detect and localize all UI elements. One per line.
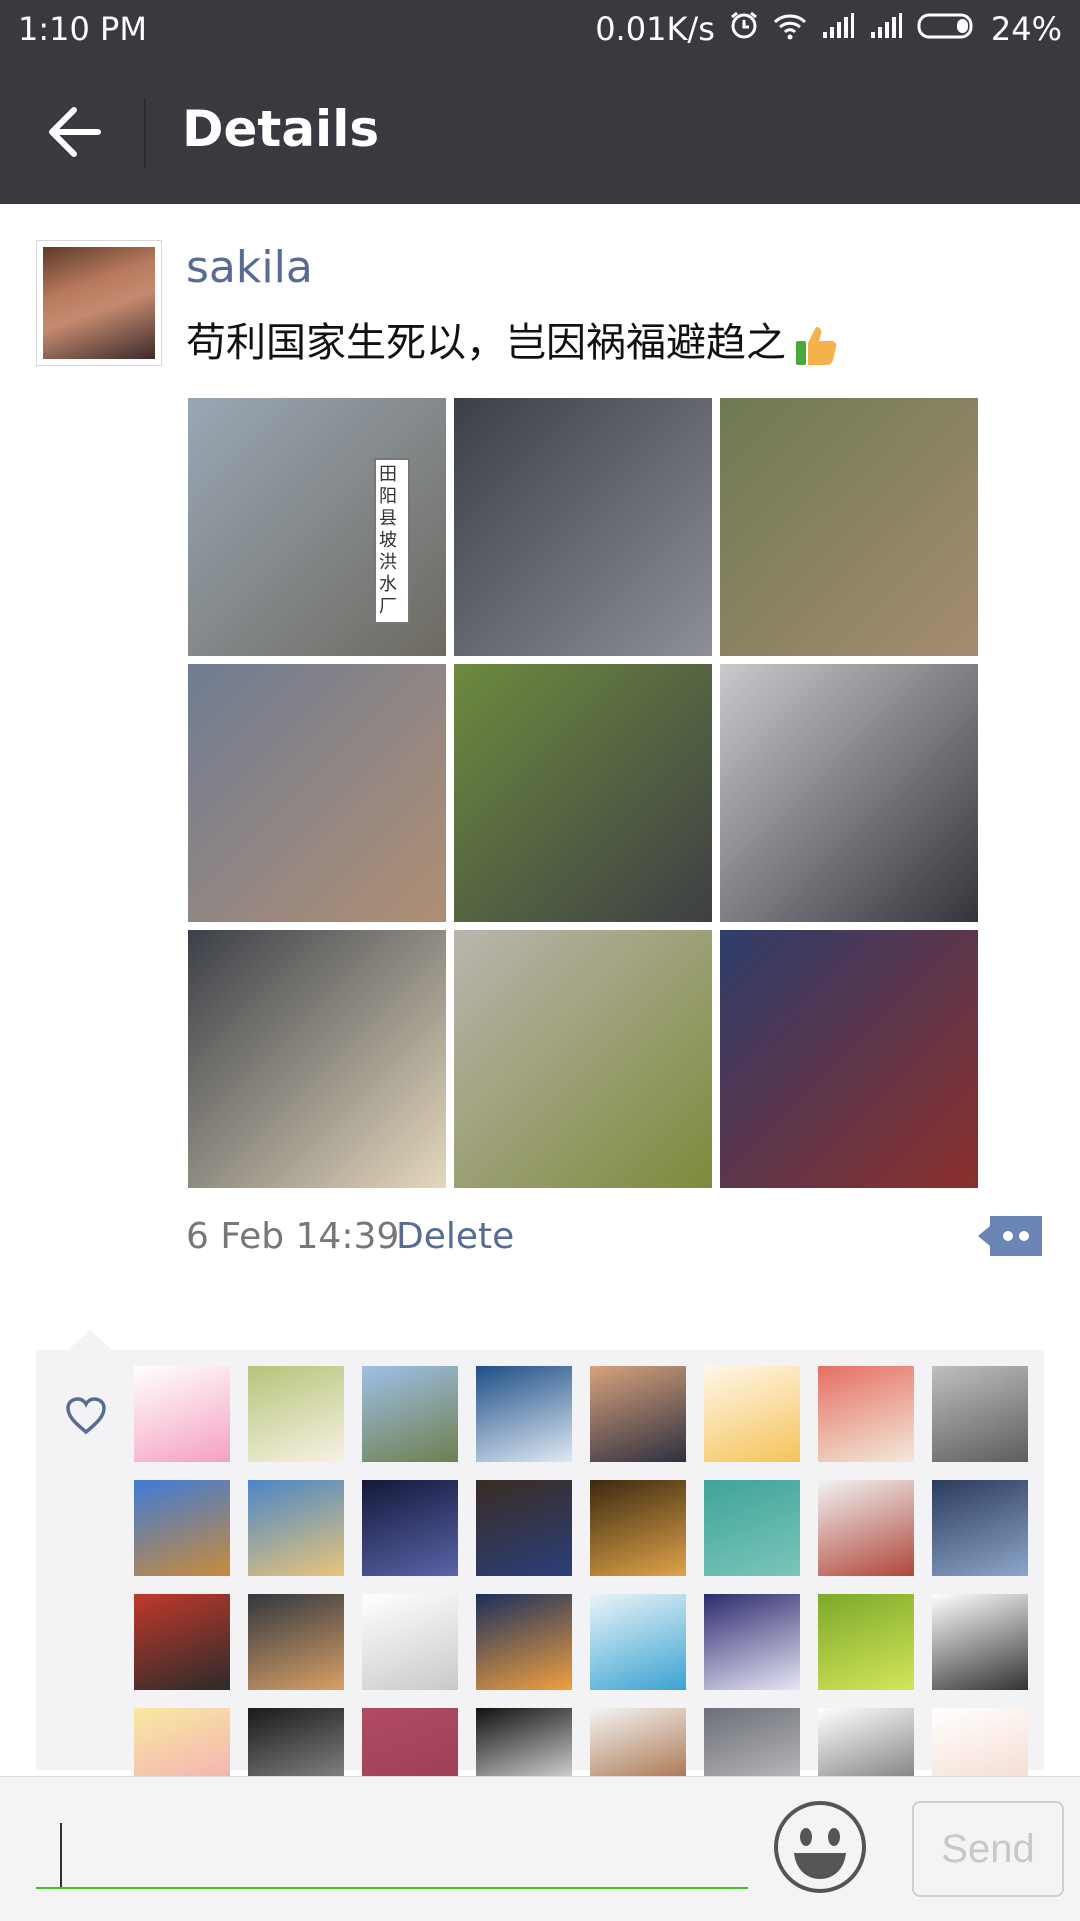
liker-avatar[interactable] <box>932 1366 1028 1462</box>
post-photo[interactable] <box>720 930 978 1188</box>
app-bar: Details <box>0 60 1080 204</box>
avatar[interactable] <box>36 240 162 366</box>
liker-avatar[interactable] <box>932 1480 1028 1576</box>
post-text: 苟利国家生死以，岂因祸福避趋之 <box>186 310 840 369</box>
liker-avatar[interactable] <box>134 1480 230 1576</box>
post-username[interactable]: sakila <box>186 242 313 293</box>
post-photo[interactable] <box>454 930 712 1188</box>
liker-avatar[interactable] <box>932 1594 1028 1690</box>
net-speed: 0.01K/s <box>595 10 715 48</box>
liker-avatar[interactable] <box>248 1594 344 1690</box>
comment-input[interactable] <box>36 1817 748 1889</box>
post-photo[interactable]: 田阳县坡洪水厂 <box>188 398 446 656</box>
heart-icon <box>64 1396 108 1436</box>
alarm-icon <box>729 10 759 48</box>
liker-avatar[interactable] <box>476 1480 572 1576</box>
liker-avatar[interactable] <box>248 1480 344 1576</box>
text-caret <box>60 1823 62 1887</box>
post-photo[interactable] <box>720 664 978 922</box>
battery-percent: 24% <box>990 10 1062 48</box>
liker-avatar[interactable] <box>704 1366 800 1462</box>
post-text-content: 苟利国家生死以，岂因祸福避趋之 <box>186 320 786 366</box>
liker-avatar[interactable] <box>248 1366 344 1462</box>
delete-link[interactable]: Delete <box>396 1216 514 1257</box>
likes-panel <box>36 1350 1044 1804</box>
status-bar: 1:10 PM 0.01K/s 24% <box>0 0 1080 60</box>
liker-avatar[interactable] <box>590 1366 686 1462</box>
signal-icon <box>821 10 855 48</box>
signal-icon <box>869 10 903 48</box>
arrow-left-icon[interactable] <box>44 102 104 162</box>
liker-avatar[interactable] <box>590 1480 686 1576</box>
liker-avatar[interactable] <box>818 1594 914 1690</box>
photo-sign-text: 田阳县坡洪水厂 <box>374 458 410 624</box>
liker-avatar[interactable] <box>704 1594 800 1690</box>
wifi-icon <box>773 10 807 48</box>
post-photo[interactable] <box>188 930 446 1188</box>
thumbs-up-icon <box>792 321 840 369</box>
page-title: Details <box>182 100 380 158</box>
comment-input-bar: Send <box>0 1776 1080 1921</box>
liker-avatar[interactable] <box>362 1366 458 1462</box>
photo-grid: 田阳县坡洪水厂 <box>188 398 980 1188</box>
status-time: 1:10 PM <box>18 10 147 48</box>
liker-avatar[interactable] <box>134 1594 230 1690</box>
status-icons: 0.01K/s 24% <box>595 10 1062 48</box>
liker-avatar[interactable] <box>476 1366 572 1462</box>
battery-icon <box>917 10 977 48</box>
liker-avatar[interactable] <box>818 1480 914 1576</box>
liker-avatar[interactable] <box>362 1480 458 1576</box>
liker-avatar[interactable] <box>818 1366 914 1462</box>
send-button[interactable]: Send <box>912 1801 1064 1897</box>
comment-menu-icon[interactable] <box>978 1214 1042 1258</box>
post-timestamp: 6 Feb 14:39 <box>186 1216 400 1257</box>
liker-avatar[interactable] <box>704 1480 800 1576</box>
post-photo[interactable] <box>454 664 712 922</box>
likes-notch <box>68 1330 112 1350</box>
post-photo[interactable] <box>454 398 712 656</box>
post-photo[interactable] <box>188 664 446 922</box>
post-photo[interactable] <box>720 398 978 656</box>
header-divider <box>144 98 146 168</box>
liker-avatar[interactable] <box>134 1366 230 1462</box>
smiley-icon[interactable] <box>772 1799 868 1895</box>
liker-avatar[interactable] <box>590 1594 686 1690</box>
liker-avatar[interactable] <box>362 1594 458 1690</box>
liker-avatar[interactable] <box>476 1594 572 1690</box>
